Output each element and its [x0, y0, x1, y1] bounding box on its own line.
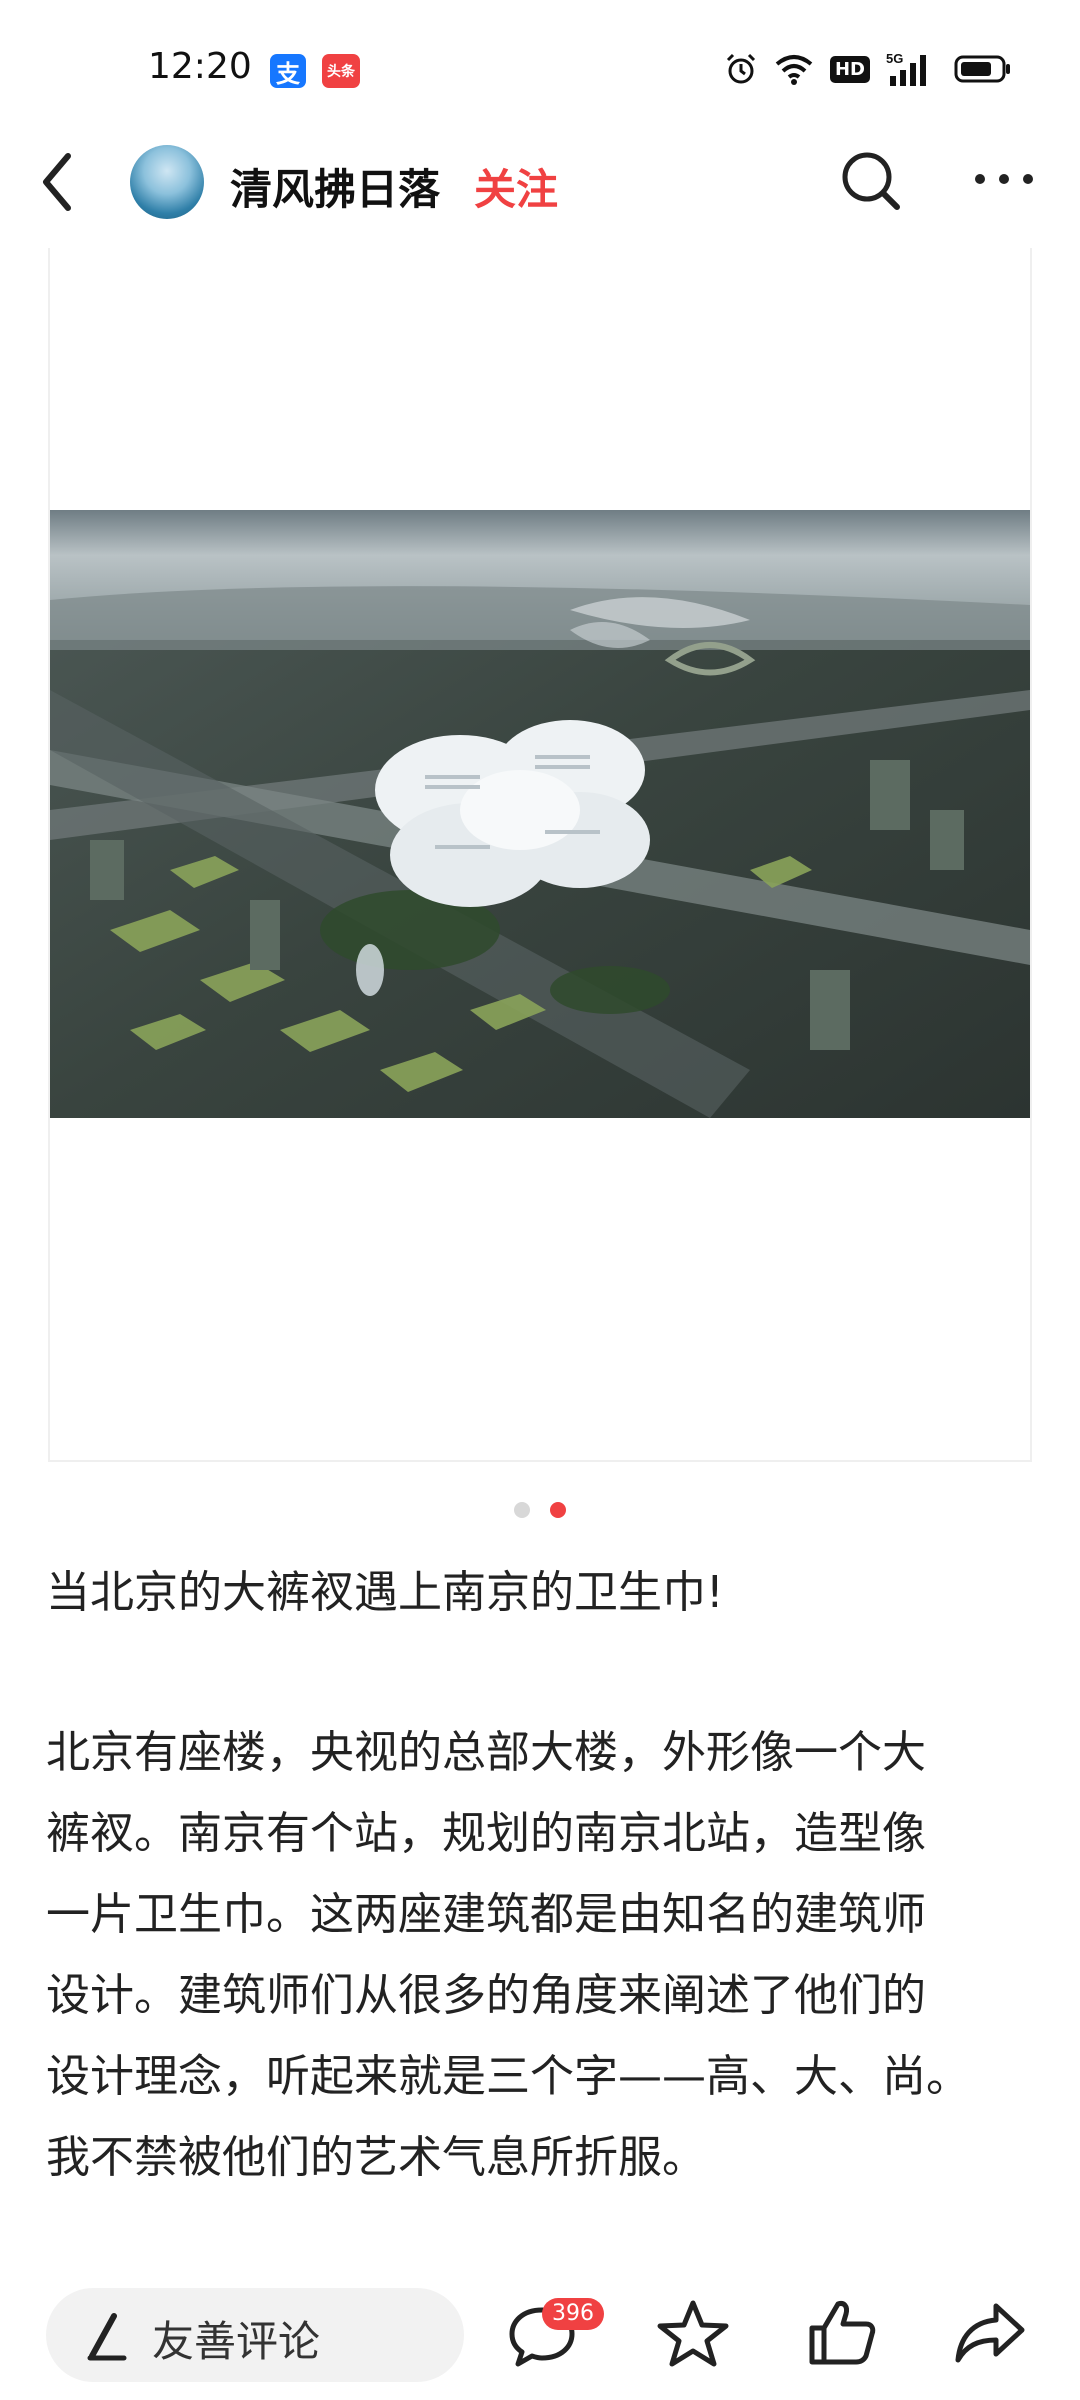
status-bar: 12:20 支 头条 HD 5G [0, 0, 1080, 140]
station-aerial-photo [50, 510, 1030, 1118]
author-avatar[interactable] [130, 145, 204, 219]
pen-icon [87, 2313, 127, 2361]
comment-count-badge: 396 [542, 2298, 604, 2330]
body-line: 我不禁被他们的艺术气息所折服。 [46, 2132, 706, 2183]
like-icon[interactable] [806, 2298, 878, 2368]
toutiao-badge: 头条 [322, 54, 360, 88]
body-line: 北京有座楼，央视的总部大楼，外形像一个大 [46, 1727, 926, 1778]
alarm-icon [726, 53, 756, 84]
body-line: 设计理念，听起来就是三个字——高、大、尚。 [46, 2051, 970, 2102]
body-line: 一片卫生巾。这两座建筑都是由知名的建筑师 [46, 1889, 926, 1940]
svg-text:5G: 5G [886, 51, 903, 66]
comment-placeholder[interactable]: 友善评论 [152, 2308, 320, 2369]
signal-icon: 5G [886, 51, 926, 86]
follow-button[interactable]: 关注 [474, 156, 558, 217]
article-headline: 当北京的大裤衩遇上南京的卫生巾! [46, 1567, 724, 1618]
author-name[interactable]: 清风拂日落 [230, 156, 440, 217]
carousel-indicator [0, 1502, 1080, 1518]
share-icon[interactable] [952, 2300, 1028, 2366]
carousel-dot-2[interactable] [550, 1502, 566, 1518]
status-time: 12:20 [148, 46, 252, 87]
search-icon[interactable] [840, 150, 902, 212]
more-icon[interactable] [972, 170, 1036, 188]
wifi-icon [775, 55, 813, 85]
body-line: 裤衩。南京有个站，规划的南京北站，造型像 [46, 1808, 926, 1859]
star-icon[interactable] [656, 2298, 730, 2368]
body-line: 设计。建筑师们从很多的角度来阐述了他们的 [46, 1970, 926, 2021]
hd-indicator: HD [829, 55, 870, 83]
alipay-badge: 支 [270, 54, 306, 88]
carousel-dot-1[interactable] [514, 1502, 530, 1518]
chevron-left-icon[interactable] [38, 150, 78, 214]
status-icons: HD 5G [724, 50, 1012, 88]
battery-icon [954, 55, 1010, 83]
article-body: 北京有座楼，央视的总部大楼，外形像一个大 裤衩。南京有个站，规划的南京北站，造型… [46, 1712, 1036, 2198]
